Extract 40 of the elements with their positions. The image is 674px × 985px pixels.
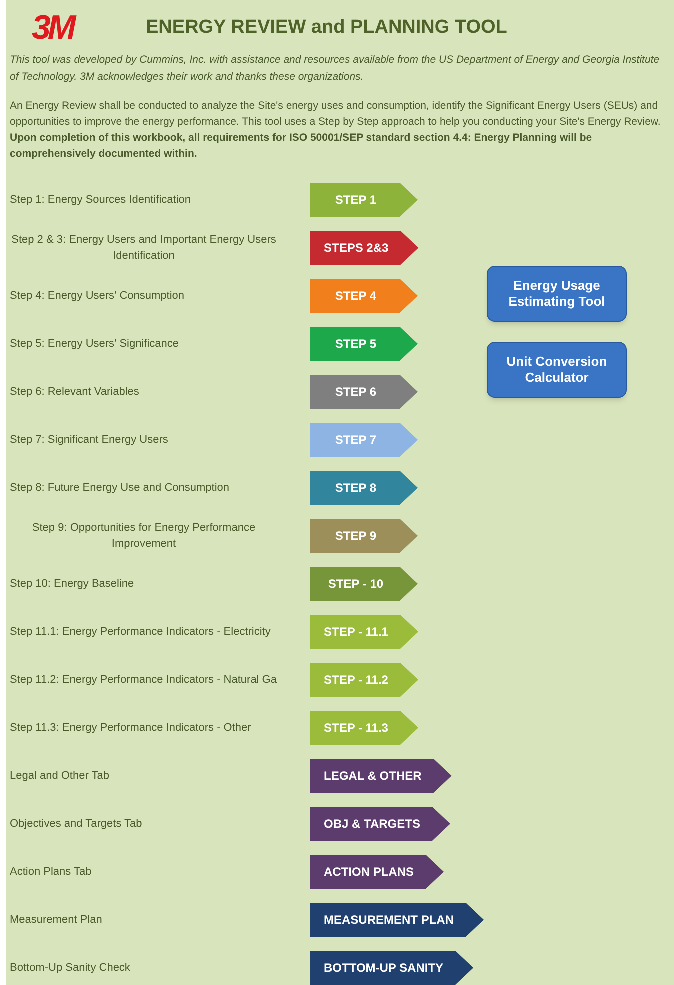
step-arrow-button[interactable]: STEP 4 bbox=[310, 279, 418, 313]
step-label: Step 1: Energy Sources Identification bbox=[10, 193, 192, 208]
step-arrow-button[interactable]: STEP - 11.3 bbox=[310, 711, 418, 745]
step-arrow-button[interactable]: STEP - 10 bbox=[310, 567, 418, 601]
step-arrow-button[interactable]: STEP 7 bbox=[310, 423, 418, 457]
step-arrow-button[interactable]: STEP 8 bbox=[310, 471, 418, 505]
step-label: Step 6: Relevant Variables bbox=[10, 385, 140, 400]
step-label: Step 11.1: Energy Performance Indicators - Electricity bbox=[10, 625, 272, 640]
step-arrow-button[interactable]: BOTTOM-UP SANITY bbox=[310, 951, 474, 985]
step-arrow-button[interactable]: STEP 5 bbox=[310, 327, 418, 361]
intro-text: This tool was developed by Cummins, Inc. with assistance and resources available from the US Department of Energy and Georgia Institute of Technology. 3M acknowledges their work and thanks these organizations. bbox=[10, 53, 661, 85]
step-label: Legal and Other Tab bbox=[10, 769, 110, 784]
step-label: Step 10: Energy Baseline bbox=[10, 577, 136, 592]
step-arrow-button[interactable]: STEP 1 bbox=[310, 183, 418, 217]
step-arrow-button[interactable]: STEP - 11.2 bbox=[310, 663, 418, 697]
step-label: Step 11.2: Energy Performance Indicators - Natural Ga bbox=[10, 673, 278, 688]
step-arrow-button[interactable]: STEP 9 bbox=[310, 519, 418, 553]
step-arrow-button[interactable]: STEP - 11.1 bbox=[310, 615, 418, 649]
step-label: Action Plans Tab bbox=[10, 865, 93, 880]
description-text: An Energy Review shall be conducted to analyze the Site's energy uses and consumption, identify the Significant Energy Users (SEUs) and opportunities to improve the energy performance. This tool uses a Step by Step approach to help you conducting your Site's Energy Review. Upon completion of this workbook, all requirements for ISO 50001/SEP standard section 4.4: Energy Planning will be comprehensively documented within. bbox=[10, 99, 662, 162]
step-arrow-button[interactable]: ACTION PLANS bbox=[310, 855, 444, 889]
step-label: Step 5: Energy Users' Significance bbox=[10, 337, 180, 352]
step-label: Step 8: Future Energy Use and Consumption bbox=[10, 481, 231, 496]
step-label: Step 11.3: Energy Performance Indicators - Other bbox=[10, 721, 252, 736]
step-arrow-button[interactable]: MEASUREMENT PLAN bbox=[310, 903, 484, 937]
step-arrow-button[interactable]: STEPS 2&3 bbox=[310, 231, 419, 265]
logo: 3M bbox=[32, 11, 76, 45]
step-label: Step 2 & 3: Energy Users and Important Energy Users Identification bbox=[10, 233, 278, 264]
step-arrow-button[interactable]: LEGAL & OTHER bbox=[310, 759, 452, 793]
tool-button[interactable]: Unit Conversion Calculator bbox=[487, 342, 627, 398]
step-label: Bottom-Up Sanity Check bbox=[10, 961, 132, 976]
step-label: Step 4: Energy Users' Consumption bbox=[10, 289, 186, 304]
tool-button[interactable]: Energy Usage Estimating Tool bbox=[487, 266, 627, 322]
step-arrow-button[interactable]: OBJ & TARGETS bbox=[310, 807, 450, 841]
step-label: Objectives and Targets Tab bbox=[10, 817, 144, 832]
step-label: Step 9: Opportunities for Energy Performance Improvement bbox=[31, 521, 257, 552]
step-arrow-button[interactable]: STEP 6 bbox=[310, 375, 418, 409]
step-label: Measurement Plan bbox=[10, 913, 104, 928]
page-title: ENERGY REVIEW and PLANNING TOOL bbox=[146, 16, 508, 40]
step-label: Step 7: Significant Energy Users bbox=[10, 433, 170, 448]
